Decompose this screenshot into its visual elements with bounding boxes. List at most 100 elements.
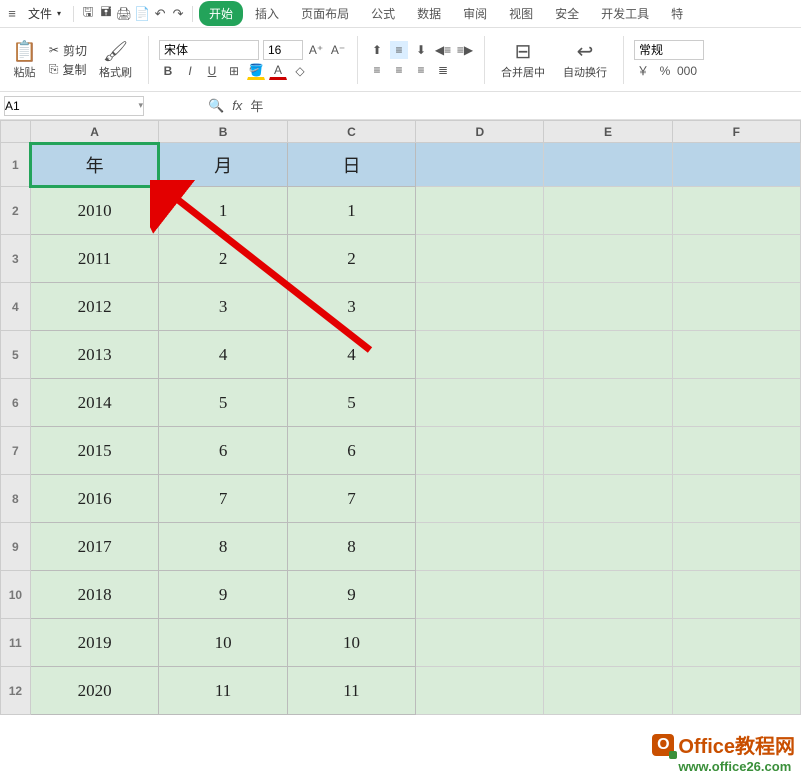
row-header[interactable]: 6 [1,379,31,427]
cell[interactable]: 2016 [30,475,159,523]
row-header[interactable]: 10 [1,571,31,619]
name-box[interactable]: A1▾ [4,96,144,116]
cell[interactable]: 2019 [30,619,159,667]
currency-icon[interactable]: ￥ [634,62,652,80]
save-icon[interactable]: 🖫 [80,6,96,22]
cell[interactable]: 6 [159,427,287,475]
cell[interactable] [544,331,672,379]
row-header[interactable]: 9 [1,523,31,571]
insert-function-icon[interactable]: 🔍 [208,98,224,114]
tab-view[interactable]: 视图 [499,1,543,26]
cell[interactable]: 2018 [30,571,159,619]
paste-button[interactable]: 📋 粘贴 [6,35,43,84]
row-header[interactable]: 4 [1,283,31,331]
redo-icon[interactable]: ↷ [170,6,186,22]
indent-left-icon[interactable]: ◀≡ [434,41,452,59]
col-header-F[interactable]: F [672,121,800,143]
cell[interactable] [672,571,800,619]
increase-font-icon[interactable]: A⁺ [307,41,325,59]
cell[interactable]: 8 [287,523,415,571]
cell[interactable]: 2 [159,235,287,283]
wrap-text-button[interactable]: ↩ 自动换行 [557,35,613,84]
cell[interactable] [416,619,544,667]
copy-button[interactable]: ⎘复制 [49,61,87,78]
cell[interactable] [416,143,544,187]
cell[interactable]: 11 [287,667,415,715]
cell[interactable] [672,667,800,715]
align-top-icon[interactable]: ⬆ [368,41,386,59]
cell[interactable] [672,523,800,571]
row-header[interactable]: 11 [1,619,31,667]
tab-review[interactable]: 审阅 [453,1,497,26]
formula-input[interactable]: 年 [250,96,263,115]
cell[interactable] [416,331,544,379]
cell[interactable]: 9 [159,571,287,619]
cell[interactable] [672,379,800,427]
tab-devtools[interactable]: 开发工具 [591,1,659,26]
cell[interactable]: 2012 [30,283,159,331]
indent-right-icon[interactable]: ≡▶ [456,41,474,59]
cut-button[interactable]: ✂剪切 [49,42,87,59]
cell[interactable] [544,667,672,715]
col-header-D[interactable]: D [416,121,544,143]
cell[interactable] [544,379,672,427]
cell[interactable] [672,235,800,283]
row-header[interactable]: 1 [1,143,31,187]
number-format-combo[interactable] [634,40,704,60]
align-right-icon[interactable]: ≡ [412,61,430,79]
underline-icon[interactable]: U [203,62,221,80]
justify-icon[interactable]: ≣ [434,61,452,79]
cell-C1[interactable]: 日 [287,143,415,187]
tab-home[interactable]: 开始 [199,1,243,26]
print-icon[interactable]: 🖨 [116,6,132,22]
cell[interactable]: 6 [287,427,415,475]
cell[interactable]: 7 [287,475,415,523]
cell[interactable] [544,619,672,667]
cell[interactable] [544,427,672,475]
file-menu[interactable]: 文件▾ [22,3,67,24]
cell[interactable] [544,235,672,283]
decrease-font-icon[interactable]: A⁻ [329,41,347,59]
cell-B1[interactable]: 月 [159,143,287,187]
cell[interactable] [544,143,672,187]
save-as-icon[interactable]: 🖬 [98,6,114,22]
cell[interactable] [416,667,544,715]
col-header-C[interactable]: C [287,121,415,143]
col-header-A[interactable]: A [30,121,159,143]
cell[interactable]: 11 [159,667,287,715]
row-header[interactable]: 3 [1,235,31,283]
fill-color-icon[interactable]: 🪣 [247,62,265,80]
cell[interactable]: 1 [159,187,287,235]
comma-icon[interactable]: 000 [678,62,696,80]
row-header[interactable]: 2 [1,187,31,235]
bold-icon[interactable]: B [159,62,177,80]
cell[interactable]: 2020 [30,667,159,715]
tab-data[interactable]: 数据 [407,1,451,26]
font-color-icon[interactable]: A [269,62,287,80]
cell[interactable] [544,475,672,523]
cell[interactable] [672,475,800,523]
cell[interactable] [544,187,672,235]
cell[interactable] [672,187,800,235]
spreadsheet-grid[interactable]: A B C D E F 1 年 月 日 2201011 3201122 4201… [0,120,801,715]
print-preview-icon[interactable]: 📄 [134,6,150,22]
cell[interactable]: 3 [287,283,415,331]
menu-icon[interactable]: ≡ [4,6,20,22]
cell[interactable] [416,571,544,619]
italic-icon[interactable]: I [181,62,199,80]
cell[interactable]: 5 [287,379,415,427]
cell[interactable] [416,187,544,235]
cell[interactable] [672,427,800,475]
percent-icon[interactable]: % [656,62,674,80]
tab-insert[interactable]: 插入 [245,1,289,26]
cell[interactable] [544,571,672,619]
cell[interactable]: 10 [287,619,415,667]
select-all-corner[interactable] [1,121,31,143]
font-name-combo[interactable] [159,40,259,60]
cell[interactable]: 2011 [30,235,159,283]
cell[interactable] [672,283,800,331]
cell[interactable]: 9 [287,571,415,619]
col-header-E[interactable]: E [544,121,672,143]
clear-format-icon[interactable]: ◇ [291,62,309,80]
cell[interactable]: 8 [159,523,287,571]
